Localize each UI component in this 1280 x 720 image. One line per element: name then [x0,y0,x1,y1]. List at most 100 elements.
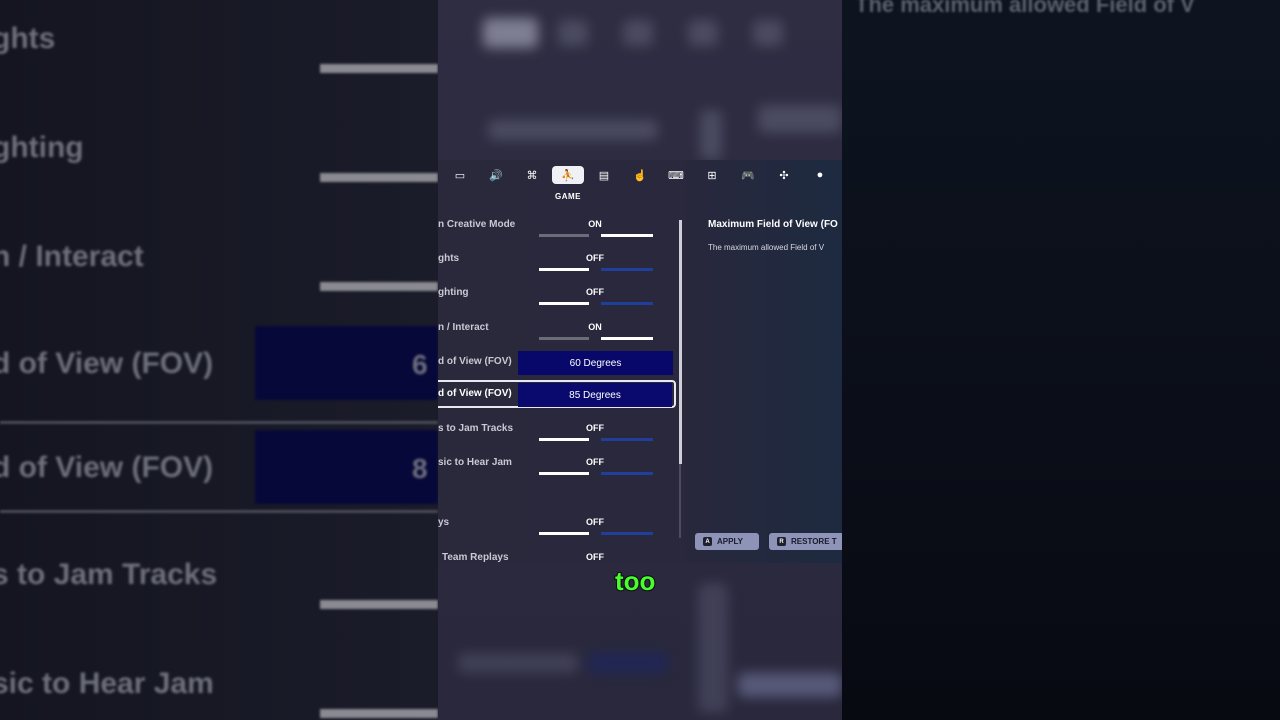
wireless-controller-icon: ✣ [779,169,789,182]
tab-touch[interactable]: ☝ [624,166,656,184]
blurred-top-region [438,0,842,160]
bg-label: ghts [0,22,56,55]
subtitle-caption: too [614,565,656,597]
setting-label: n Creative Mode [438,219,516,230]
toggle-track-right[interactable] [601,438,653,441]
bg-label: n / Interact [0,240,144,273]
fov-value-field-selected[interactable]: 85 Degrees [518,383,672,407]
setting-row[interactable]: n Creative Mode ON [438,215,678,243]
bg-fov-box [255,430,438,504]
mouse-keyboard-icon: ⌨ [668,169,684,182]
description-text: The maximum allowed Field of V [708,243,825,252]
center-video: ▭ 🔊 ⌘ ⛹ ▤ ☝ ⌨ ⊞ 🎮 ✣ ● GAME n Creative Mo… [438,0,842,720]
toggle-track-right[interactable] [601,302,653,305]
setting-row[interactable]: ghting OFF [438,283,678,311]
monitor-icon: ▭ [454,169,466,182]
settings-panel: ▭ 🔊 ⌘ ⛹ ▤ ☝ ⌨ ⊞ 🎮 ✣ ● GAME n Creative Mo… [438,160,842,563]
settings-tab-bar: ▭ 🔊 ⌘ ⛹ ▤ ☝ ⌨ ⊞ 🎮 ✣ ● [438,160,842,192]
bg-fov-box [255,326,438,400]
blurred-backdrop-right [842,0,1280,720]
toggle-track-left[interactable] [539,337,589,340]
keyboard-card-icon: ▤ [598,169,610,182]
tab-wireless-controller[interactable]: ✣ [768,166,800,184]
setting-label: ghting [438,287,469,298]
bg-label: ghting [0,131,84,164]
setting-value: ON [588,322,602,332]
bg-label: d of View (FOV) [0,347,214,380]
setting-value: OFF [586,287,604,297]
toggle-track-left[interactable] [539,472,589,475]
bg-divider [0,510,438,513]
bg-description-title: The maximum allowed Field of V [855,0,1195,17]
setting-label: d of View (FOV) [438,356,512,367]
touch-icon: ☝ [633,169,647,182]
toggle-track-right[interactable] [601,234,653,237]
bg-toggle-track [320,600,438,609]
bg-toggle-track [320,173,438,182]
restore-label: RESTORE T [791,537,837,546]
toggle-track-right[interactable] [601,532,653,535]
setting-value: OFF [586,552,604,562]
description-title: Maximum Field of View (FO [708,219,838,230]
setting-label: ghts [438,253,460,264]
setting-value: OFF [586,423,604,433]
tab-mouse-keyboard[interactable]: ⌨ [660,166,692,184]
tab-display[interactable]: ▭ [444,166,476,184]
tab-account[interactable]: ● [804,166,836,184]
blurred-backdrop-left: ghts ghting n / Interact d of View (FOV)… [0,0,438,720]
tab-network[interactable]: ⊞ [696,166,728,184]
setting-label: ys [438,517,450,528]
toggle-track-right[interactable] [601,337,653,340]
restore-key-icon: R [777,537,786,546]
gamepad-icon: 🎮 [741,169,755,182]
tab-audio[interactable]: 🔊 [480,166,512,184]
setting-row[interactable]: s to Jam Tracks OFF [438,419,678,447]
video-frame: ghts ghting n / Interact d of View (FOV)… [0,0,1280,720]
setting-value: OFF [586,457,604,467]
bg-label: d of View (FOV) [0,451,214,484]
bg-toggle-track [320,64,438,73]
toggle-track-left[interactable] [539,234,589,237]
bg-toggle-track [320,282,438,291]
apply-label: APPLY [717,537,743,546]
setting-row[interactable]: ghts OFF [438,249,678,277]
setting-value: OFF [586,517,604,527]
setting-row[interactable]: Team Replays OFF [438,548,678,563]
active-tab-title: GAME [555,192,581,201]
toggle-track-right[interactable] [601,472,653,475]
tab-controller[interactable]: 🎮 [732,166,764,184]
bg-label: sic to Hear Jam [0,667,214,700]
setting-row[interactable]: n / Interact ON [438,318,678,346]
game-controller-user-icon: ⛹ [561,169,575,182]
scrollbar-thumb[interactable] [679,220,682,464]
setting-label: d of View (FOV) [438,388,512,399]
setting-label: sic to Hear Jam [438,457,512,468]
toggle-track-left[interactable] [539,302,589,305]
bg-fov-value: 8 [412,453,428,484]
toggle-track-left[interactable] [539,532,589,535]
restore-defaults-button[interactable]: R RESTORE T [769,533,842,550]
setting-label: s to Jam Tracks [438,423,514,434]
accessibility-icon: ⌘ [526,169,538,182]
tab-keyboard[interactable]: ▤ [588,166,620,184]
apply-key-icon: A [703,537,712,546]
fov-row-selected[interactable]: d of View (FOV) 85 Degrees [438,382,678,410]
bg-divider [0,421,438,424]
tab-game[interactable]: ⛹ [552,166,584,184]
setting-row[interactable]: ys OFF [438,513,678,541]
setting-value: OFF [586,253,604,263]
setting-row[interactable]: sic to Hear Jam OFF [438,453,678,481]
fov-row[interactable]: d of View (FOV) 60 Degrees [438,349,678,377]
bg-toggle-track [320,709,438,718]
fov-value-field[interactable]: 60 Degrees [518,351,673,375]
setting-label: n / Interact [438,322,489,333]
toggle-track-right[interactable] [601,268,653,271]
bg-label: s to Jam Tracks [0,558,218,591]
setting-value: ON [588,219,602,229]
setting-label: Team Replays [442,552,509,563]
network-icon: ⊞ [707,169,717,182]
toggle-track-left[interactable] [539,268,589,271]
apply-button[interactable]: A APPLY [695,533,759,550]
tab-accessibility[interactable]: ⌘ [516,166,548,184]
toggle-track-left[interactable] [539,438,589,441]
